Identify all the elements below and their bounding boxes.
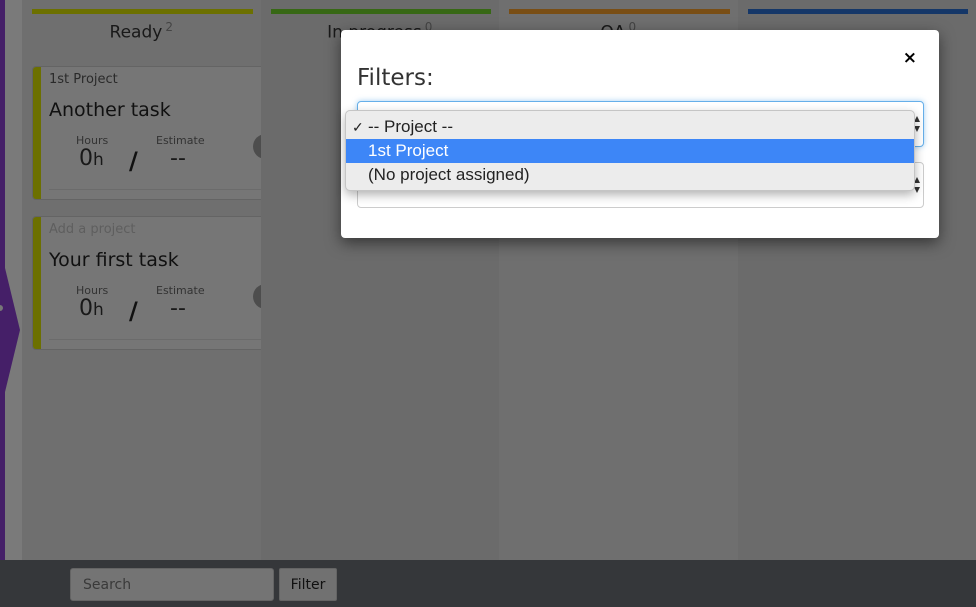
project-option[interactable]: (No project assigned) [346,163,914,187]
modal-title: Filters: [357,65,434,91]
close-icon[interactable]: × [903,48,917,68]
project-option[interactable]: ✓ -- Project -- [346,115,914,139]
project-option-highlighted[interactable]: 1st Project [346,139,914,163]
project-select-dropdown: ✓ -- Project -- 1st Project (No project … [345,110,915,191]
checkmark-icon: ✓ [352,119,364,135]
